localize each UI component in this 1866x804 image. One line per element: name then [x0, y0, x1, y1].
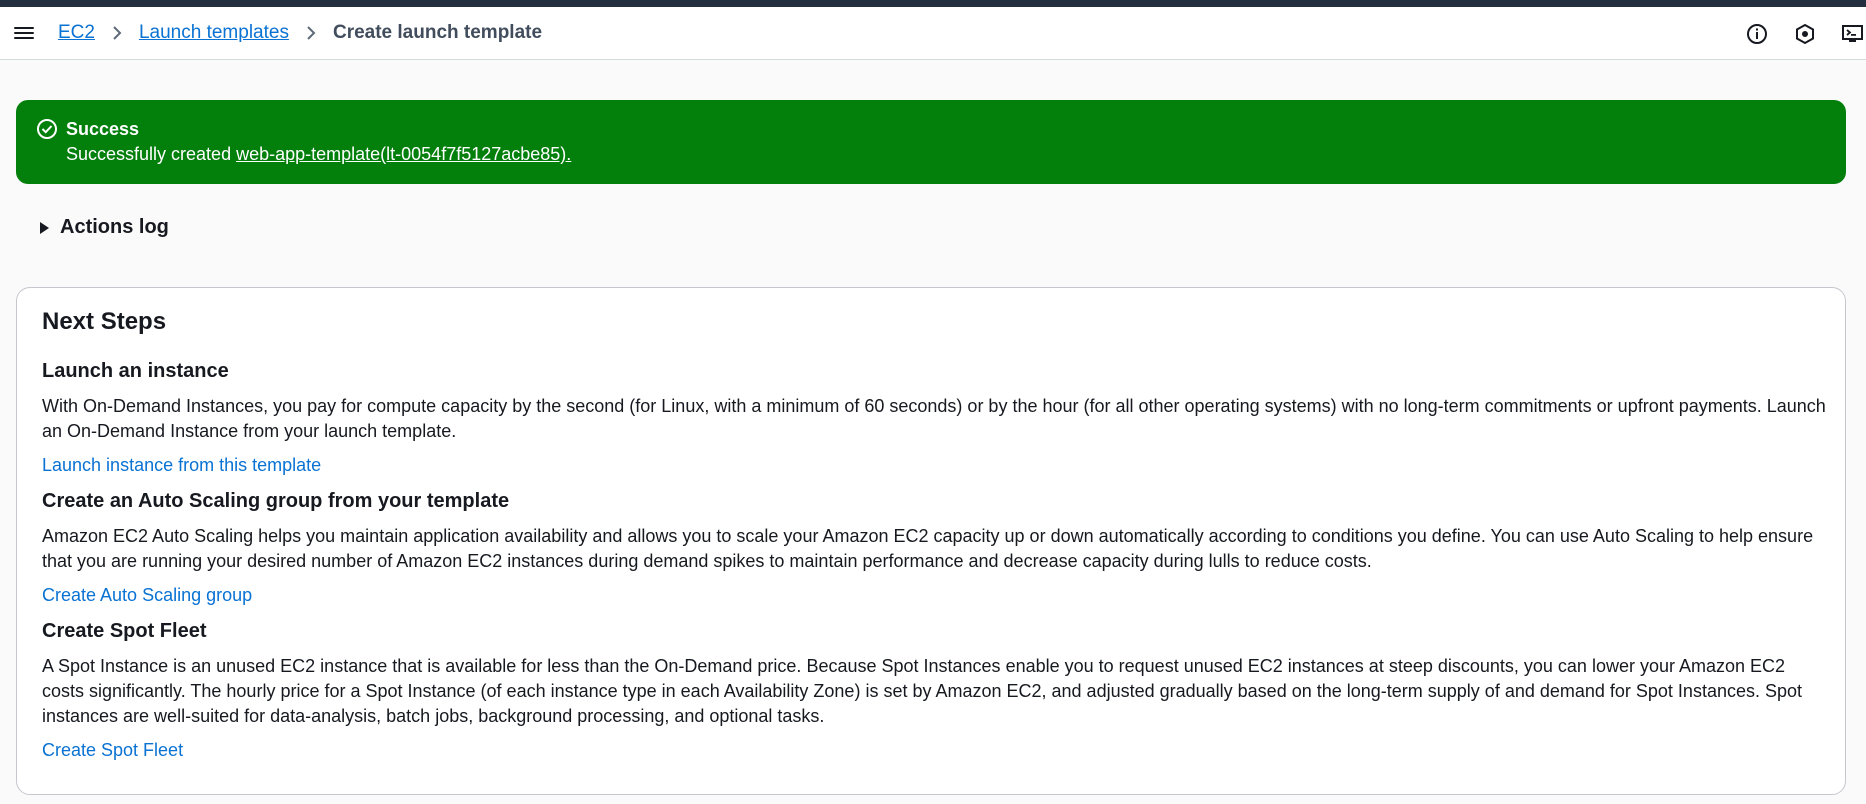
- flash-title: Success: [66, 119, 140, 139]
- breadcrumb: EC2 Launch templates Create launch templ…: [58, 21, 542, 45]
- flash-message: Successfully created web-app-template(lt…: [66, 144, 571, 165]
- info-icon[interactable]: [1744, 21, 1770, 47]
- actions-log-label: Actions log: [60, 216, 169, 238]
- top-navigation: EC2 Launch templates Create launch templ…: [0, 7, 1866, 60]
- created-template-link[interactable]: web-app-template(lt-0054f7f5127acbe85).: [236, 144, 571, 164]
- launch-instance-title: Launch an instance: [42, 360, 229, 382]
- success-flash-banner: Success Successfully created web-app-tem…: [16, 100, 1846, 184]
- caret-right-icon: [40, 221, 49, 234]
- breadcrumb-launch-templates-link[interactable]: Launch templates: [139, 22, 289, 44]
- actions-log-toggle[interactable]: Actions log: [40, 216, 169, 239]
- launch-instance-link[interactable]: Launch instance from this template: [42, 455, 321, 476]
- spot-fleet-title: Create Spot Fleet: [42, 620, 207, 642]
- spot-fleet-description: A Spot Instance is an unused EC2 instanc…: [42, 656, 1803, 726]
- breadcrumb-current: Create launch template: [332, 22, 543, 43]
- cloudshell-icon[interactable]: [1840, 21, 1866, 47]
- menu-icon[interactable]: [14, 24, 34, 42]
- chevron-right-icon: [105, 21, 129, 45]
- next-steps-title: Next Steps: [42, 308, 167, 335]
- next-steps-panel: Next Steps Launch an instance With On-De…: [16, 287, 1846, 795]
- auto-scaling-description: Amazon EC2 Auto Scaling helps you mainta…: [42, 526, 1814, 571]
- launch-instance-description: With On-Demand Instances, you pay for co…: [42, 396, 1826, 441]
- breadcrumb-ec2-link[interactable]: EC2: [58, 22, 95, 44]
- notifications-icon[interactable]: [1792, 21, 1818, 47]
- create-auto-scaling-group-link[interactable]: Create Auto Scaling group: [42, 585, 252, 606]
- header-tools: [1744, 21, 1866, 47]
- auto-scaling-title: Create an Auto Scaling group from your t…: [42, 490, 510, 512]
- top-strip: [0, 0, 1866, 7]
- flash-message-prefix: Successfully created: [66, 144, 237, 164]
- success-check-icon: [36, 118, 58, 140]
- create-spot-fleet-link[interactable]: Create Spot Fleet: [42, 740, 183, 761]
- chevron-right-icon: [299, 21, 323, 45]
